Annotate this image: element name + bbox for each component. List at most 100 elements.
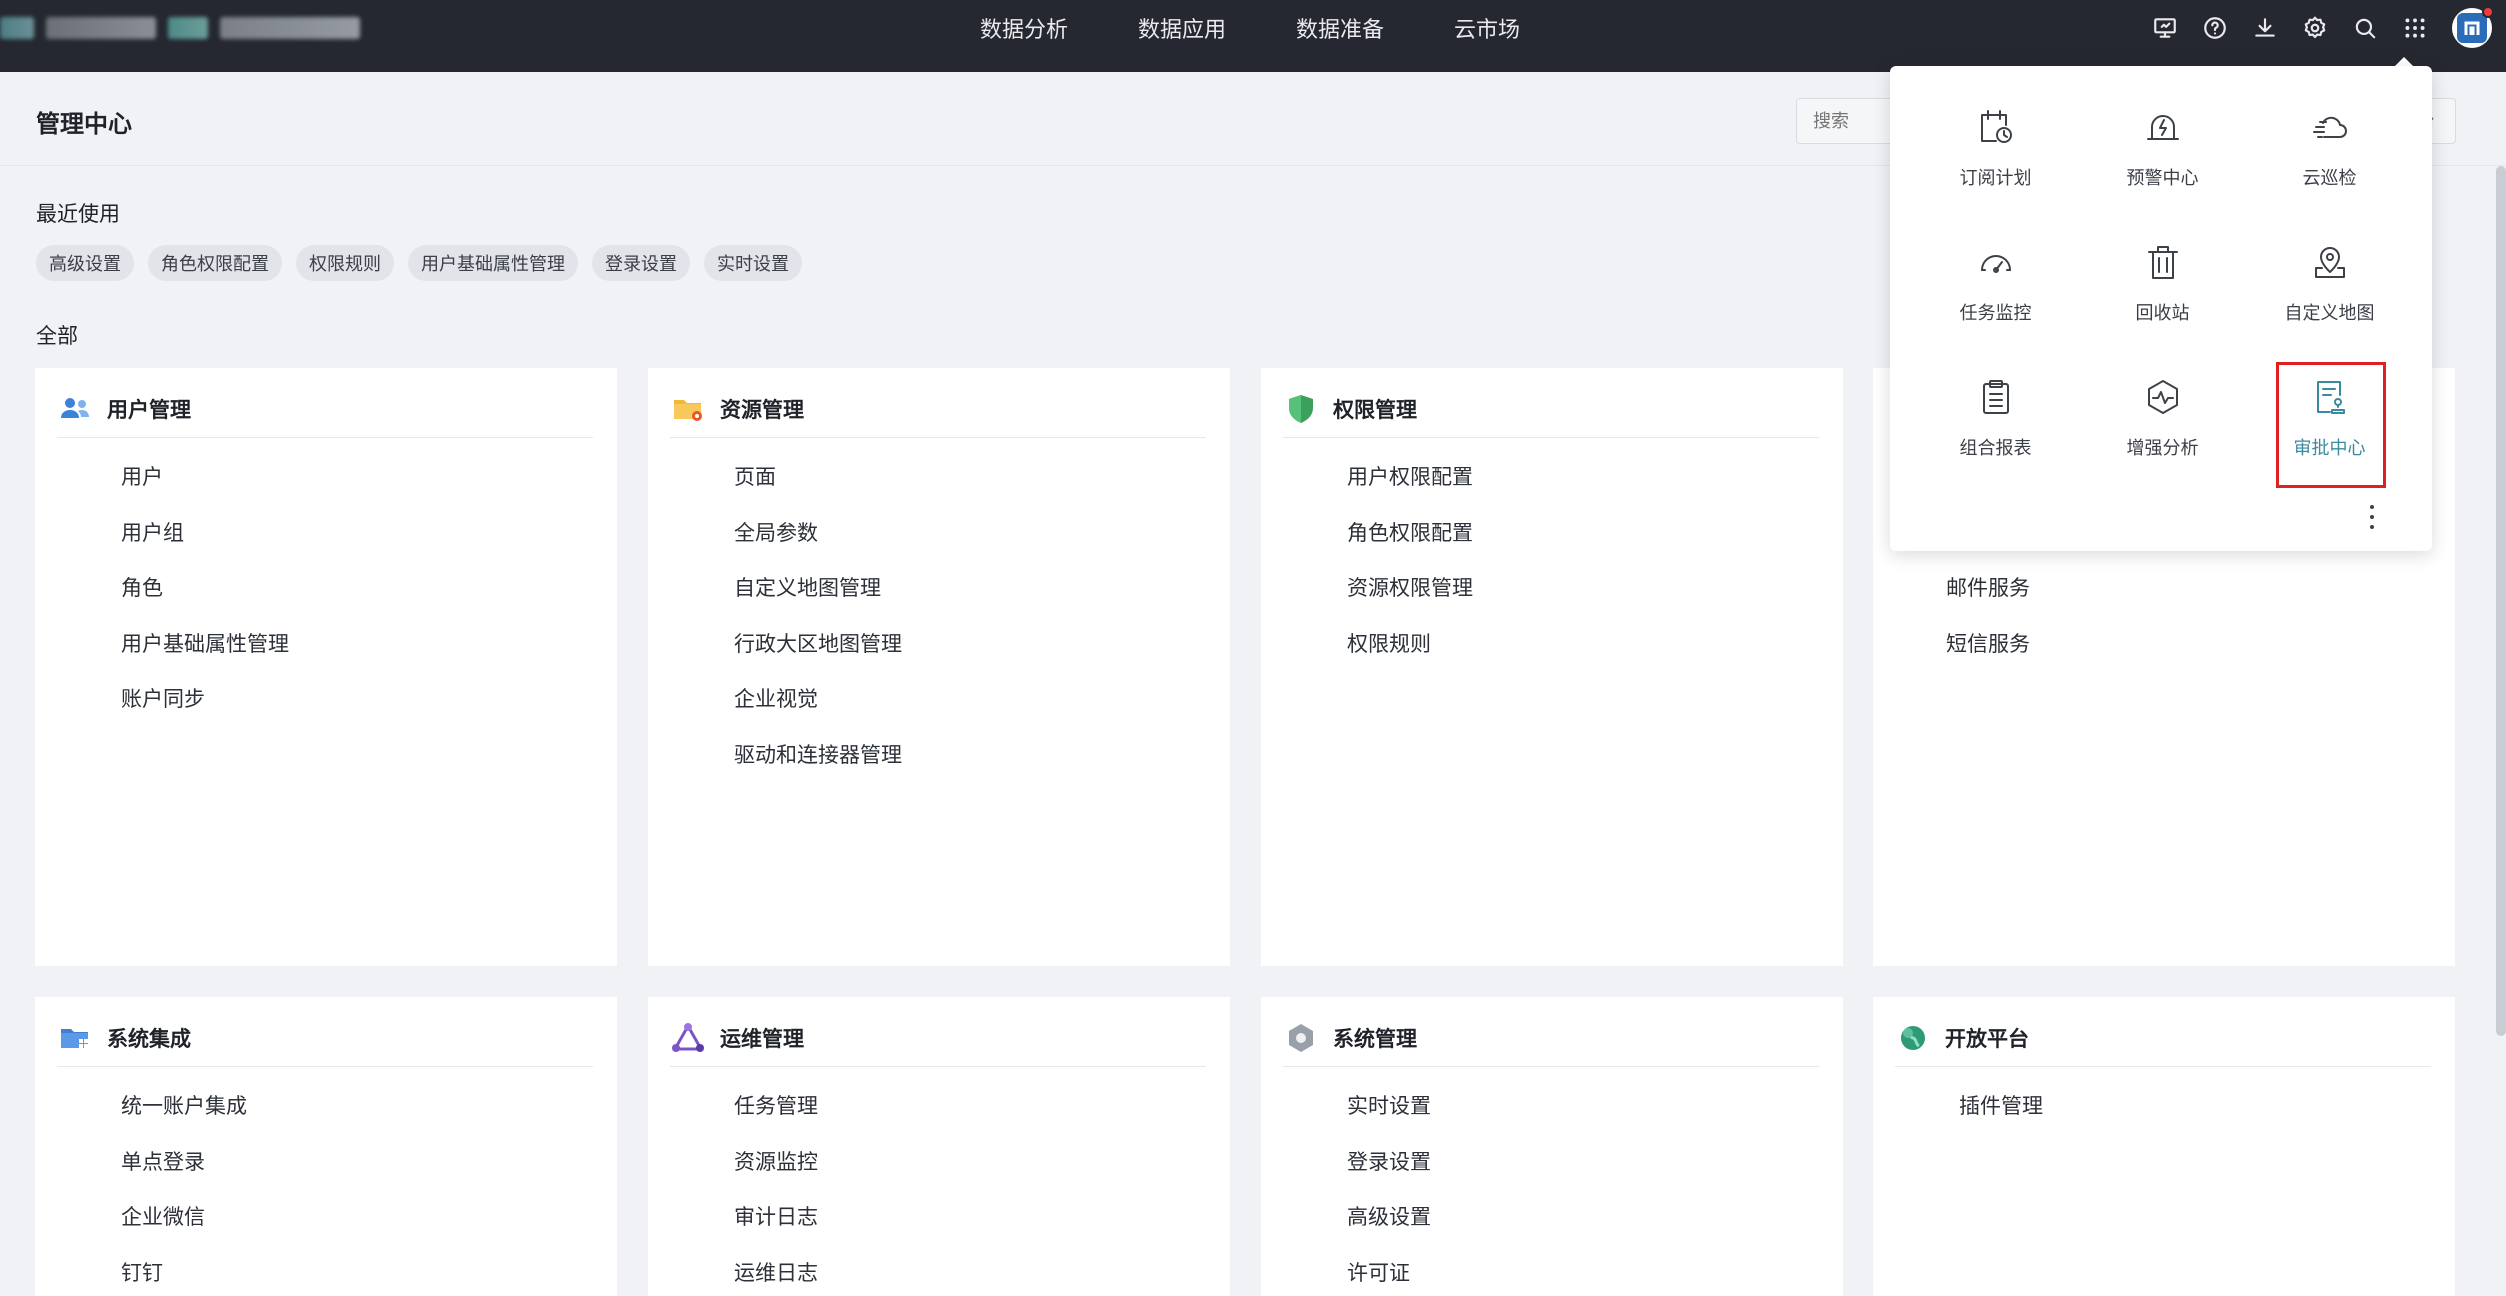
nav-data-preparation[interactable]: 数据准备 bbox=[1296, 12, 1384, 44]
app-recycle-bin[interactable]: 回收站 bbox=[2079, 231, 2246, 356]
gear-icon[interactable] bbox=[2290, 0, 2340, 56]
hexagon-icon bbox=[1283, 1020, 1319, 1056]
app-label: 预警中心 bbox=[2126, 168, 2199, 189]
help-icon[interactable] bbox=[2190, 0, 2240, 56]
card-item[interactable]: 角色 bbox=[121, 573, 289, 629]
app-label: 订阅计划 bbox=[1959, 168, 2032, 189]
card-item[interactable]: 插件管理 bbox=[1959, 1091, 2043, 1147]
card-header: 资源管理 bbox=[670, 388, 1206, 438]
card-item[interactable]: 全局参数 bbox=[734, 518, 902, 574]
app-subscription-plan[interactable]: 订阅计划 bbox=[1912, 96, 2079, 221]
apps-grid-icon[interactable] bbox=[2390, 0, 2440, 56]
card-item[interactable]: 任务管理 bbox=[734, 1091, 818, 1147]
search-icon[interactable] bbox=[2340, 0, 2390, 56]
card-item[interactable]: 用户基础属性管理 bbox=[121, 629, 289, 685]
card-items: 统一账户集成 单点登录 企业微信 钉钉 bbox=[121, 1091, 247, 1296]
app-alert-center[interactable]: 预警中心 bbox=[2079, 96, 2246, 221]
card-permission-management: 权限管理 用户权限配置 角色权限配置 资源权限管理 权限规则 bbox=[1261, 368, 1843, 966]
card-items: 插件管理 bbox=[1959, 1091, 2043, 1147]
recent-chip[interactable]: 高级设置 bbox=[36, 245, 134, 281]
card-item[interactable]: 运维日志 bbox=[734, 1258, 818, 1296]
card-item[interactable]: 资源权限管理 bbox=[1347, 573, 1473, 629]
card-title: 系统集成 bbox=[107, 1026, 191, 1051]
nav-data-analysis[interactable]: 数据分析 bbox=[980, 12, 1068, 44]
card-system-management: 系统管理 实时设置 登录设置 高级设置 许可证 bbox=[1261, 997, 1843, 1296]
blurred-logo-text bbox=[46, 17, 156, 39]
monitor-icon[interactable] bbox=[2140, 0, 2190, 56]
hexagon-pulse-icon bbox=[2141, 372, 2185, 422]
recent-title: 最近使用 bbox=[36, 202, 120, 226]
app-approval-center[interactable]: 审批中心 bbox=[2246, 362, 2413, 491]
notification-dot bbox=[2482, 6, 2494, 18]
app-label: 增强分析 bbox=[2126, 438, 2199, 459]
recent-chip[interactable]: 角色权限配置 bbox=[148, 245, 282, 281]
card-resource-management: 资源管理 页面 全局参数 自定义地图管理 行政大区地图管理 企业视觉 驱动和连接… bbox=[648, 368, 1230, 966]
trash-icon bbox=[2141, 237, 2185, 287]
blurred-org-icon bbox=[168, 17, 208, 39]
app-task-monitoring[interactable]: 任务监控 bbox=[1912, 231, 2079, 356]
card-item[interactable]: 邮件服务 bbox=[1946, 573, 2030, 629]
app-combined-report[interactable]: 组合报表 bbox=[1912, 366, 2079, 491]
card-header: 系统管理 bbox=[1283, 1017, 1819, 1067]
card-item[interactable]: 企业视觉 bbox=[734, 684, 902, 740]
recent-chip[interactable]: 权限规则 bbox=[296, 245, 394, 281]
card-item[interactable]: 行政大区地图管理 bbox=[734, 629, 902, 685]
card-header: 开放平台 bbox=[1895, 1017, 2431, 1067]
card-item[interactable]: 单点登录 bbox=[121, 1147, 247, 1203]
clipboard-icon bbox=[1974, 372, 2018, 422]
blurred-logo bbox=[0, 17, 34, 39]
app-cloud-inspection[interactable]: 云巡检 bbox=[2246, 96, 2413, 221]
card-item[interactable]: 用户权限配置 bbox=[1347, 462, 1473, 518]
recent-chip[interactable]: 用户基础属性管理 bbox=[408, 245, 578, 281]
card-item[interactable]: 统一账户集成 bbox=[121, 1091, 247, 1147]
card-system-integration: 系统集成 统一账户集成 单点登录 企业微信 钉钉 bbox=[35, 997, 617, 1296]
card-header: 用户管理 bbox=[57, 388, 593, 438]
card-title: 运维管理 bbox=[720, 1026, 804, 1051]
top-nav: 数据分析 数据应用 数据准备 云市场 bbox=[980, 0, 1520, 56]
brand-logo[interactable] bbox=[0, 10, 360, 46]
app-label: 云巡检 bbox=[2302, 168, 2357, 189]
card-item[interactable]: 高级设置 bbox=[1347, 1202, 1431, 1258]
card-item[interactable]: 页面 bbox=[734, 462, 902, 518]
card-item[interactable]: 权限规则 bbox=[1347, 629, 1473, 685]
card-item[interactable]: 自定义地图管理 bbox=[734, 573, 902, 629]
app-label: 回收站 bbox=[2135, 303, 2190, 324]
app-label: 自定义地图 bbox=[2284, 303, 2375, 324]
avatar[interactable] bbox=[2452, 6, 2494, 48]
card-item[interactable]: 资源监控 bbox=[734, 1147, 818, 1203]
card-item[interactable]: 企业微信 bbox=[121, 1202, 247, 1258]
page-title: 管理中心 bbox=[36, 110, 132, 138]
card-item[interactable]: 驱动和连接器管理 bbox=[734, 740, 902, 796]
card-item[interactable]: 角色权限配置 bbox=[1347, 518, 1473, 574]
app-augmented-analytics[interactable]: 增强分析 bbox=[2079, 366, 2246, 491]
card-item[interactable]: 许可证 bbox=[1347, 1258, 1431, 1296]
calendar-clock-icon bbox=[1974, 102, 2018, 152]
card-item[interactable]: 短信服务 bbox=[1946, 629, 2030, 685]
apps-grid: 订阅计划 预警中心 云巡检 任务监控 回收站 自定义地图 组合报表 增强分析 审… bbox=[1890, 96, 2432, 491]
recent-chip[interactable]: 实时设置 bbox=[704, 245, 802, 281]
card-item[interactable]: 实时设置 bbox=[1347, 1091, 1431, 1147]
card-items: 用户权限配置 角色权限配置 资源权限管理 权限规则 bbox=[1347, 462, 1473, 684]
card-item[interactable]: 账户同步 bbox=[121, 684, 289, 740]
scrollbar[interactable] bbox=[2496, 166, 2506, 1036]
download-icon[interactable] bbox=[2240, 0, 2290, 56]
card-item[interactable]: 用户组 bbox=[121, 518, 289, 574]
more-vertical-icon[interactable] bbox=[2362, 505, 2382, 529]
card-title: 开放平台 bbox=[1945, 1026, 2029, 1051]
users-icon bbox=[57, 391, 93, 427]
alarm-bell-icon bbox=[2141, 102, 2185, 152]
card-item[interactable]: 用户 bbox=[121, 462, 289, 518]
recent-chips: 高级设置 角色权限配置 权限规则 用户基础属性管理 登录设置 实时设置 bbox=[36, 245, 802, 281]
top-bar: 数据分析 数据应用 数据准备 云市场 bbox=[0, 0, 2506, 72]
card-item[interactable]: 审计日志 bbox=[734, 1202, 818, 1258]
card-item[interactable]: 登录设置 bbox=[1347, 1147, 1431, 1203]
nav-cloud-market[interactable]: 云市场 bbox=[1454, 12, 1520, 44]
recent-chip[interactable]: 登录设置 bbox=[592, 245, 690, 281]
card-item[interactable]: 钉钉 bbox=[121, 1258, 247, 1296]
card-open-platform: 开放平台 插件管理 bbox=[1873, 997, 2455, 1296]
shield-icon bbox=[1283, 391, 1319, 427]
app-label: 审批中心 bbox=[2293, 438, 2366, 459]
app-custom-map[interactable]: 自定义地图 bbox=[2246, 231, 2413, 356]
card-ops-management: 运维管理 任务管理 资源监控 审计日志 运维日志 bbox=[648, 997, 1230, 1296]
nav-data-application[interactable]: 数据应用 bbox=[1138, 12, 1226, 44]
